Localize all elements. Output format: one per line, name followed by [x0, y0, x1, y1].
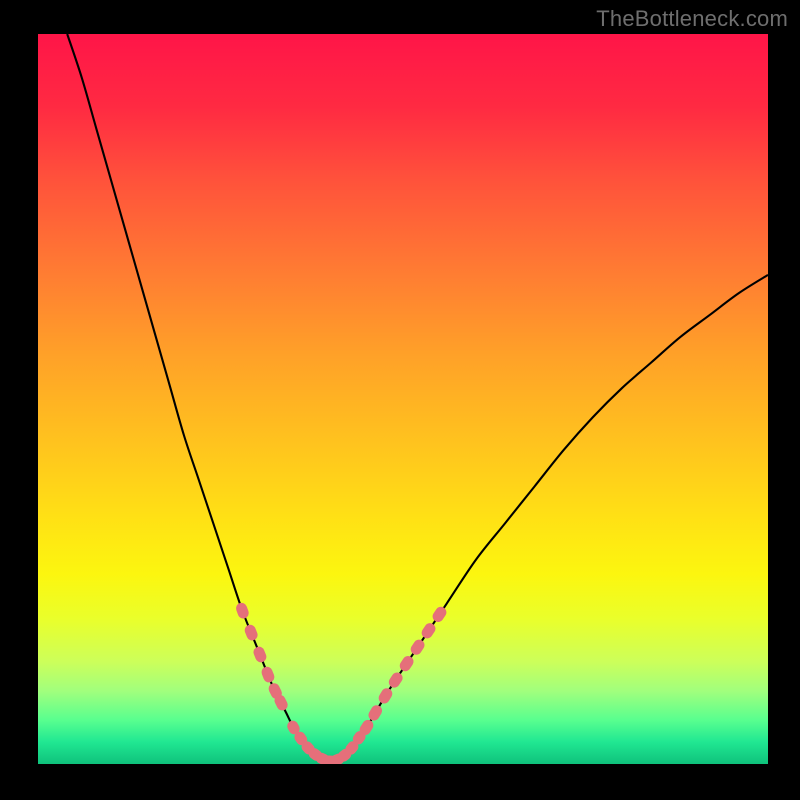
curve-layer [38, 34, 768, 764]
dot-markers [234, 601, 448, 764]
watermark-text: TheBottleneck.com [596, 6, 788, 32]
chart-frame: TheBottleneck.com [0, 0, 800, 800]
plot-area [38, 34, 768, 764]
